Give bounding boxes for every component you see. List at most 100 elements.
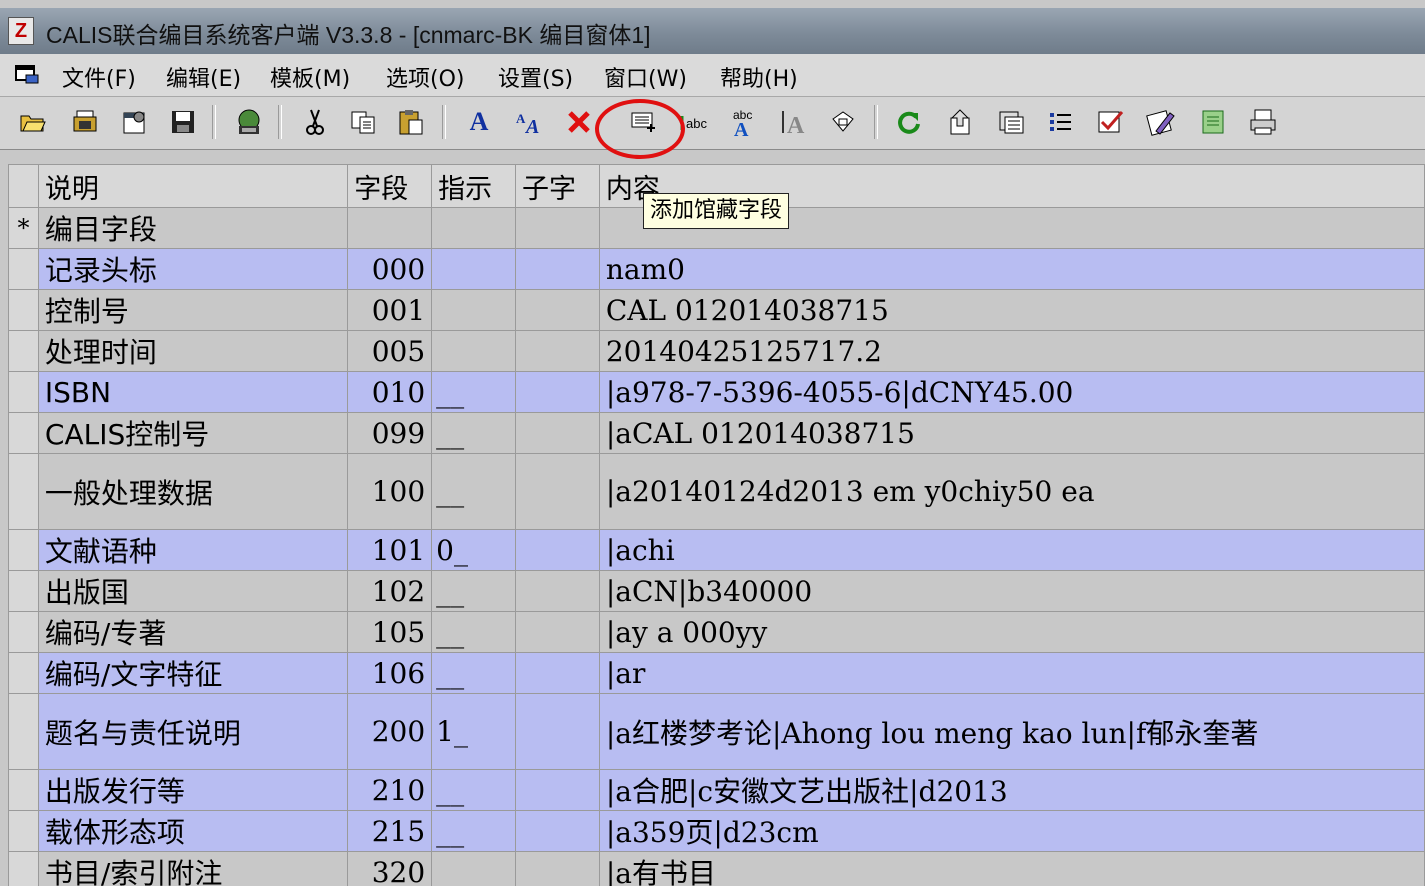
font-size-icon[interactable]: AA <box>512 105 546 139</box>
field-description[interactable]: 载体形态项 <box>37 810 349 852</box>
properties-icon[interactable] <box>118 105 152 139</box>
table-row[interactable]: CALIS控制号 099 __ |aCAL 012014038715 <box>8 412 1425 454</box>
field-subfield[interactable] <box>515 330 600 372</box>
font-a-icon[interactable]: A <box>462 105 496 139</box>
table-row[interactable]: 出版发行等 210 __ |a合肥|c安徽文艺出版社|d2013 <box>8 769 1425 811</box>
field-tag[interactable]: 200 <box>347 693 433 770</box>
field-tag[interactable]: 001 <box>347 289 433 331</box>
field-subfield[interactable] <box>515 652 600 694</box>
field-content[interactable]: |aCN|b340000 <box>598 570 1425 612</box>
spellcheck-icon[interactable]: abc A <box>726 105 760 139</box>
field-subfield[interactable] <box>515 570 600 612</box>
field-indicator[interactable] <box>431 851 516 886</box>
field-indicator[interactable]: __ <box>431 570 516 612</box>
field-tag[interactable]: 005 <box>347 330 433 372</box>
field-tag[interactable]: 320 <box>347 851 433 886</box>
field-subfield[interactable] <box>515 412 600 454</box>
field-subfield[interactable] <box>515 207 600 249</box>
menu-edit[interactable]: 编辑(E) <box>166 61 241 93</box>
field-content[interactable]: |a359页|d23cm <box>598 810 1425 852</box>
field-indicator[interactable]: 0_ <box>431 529 516 571</box>
field-indicator[interactable] <box>431 248 516 290</box>
menu-help[interactable]: 帮助(H) <box>720 61 798 93</box>
field-description[interactable]: 文献语种 <box>37 529 349 571</box>
field-subfield[interactable] <box>515 371 600 413</box>
field-indicator[interactable]: __ <box>431 810 516 852</box>
field-description[interactable]: 记录头标 <box>37 248 349 290</box>
field-tag[interactable] <box>347 207 433 249</box>
paste-icon[interactable] <box>394 105 428 139</box>
field-content[interactable]: |a合肥|c安徽文艺出版社|d2013 <box>598 769 1425 811</box>
field-subfield[interactable] <box>515 769 600 811</box>
header-field[interactable]: 字段 <box>347 164 433 208</box>
header-indicator[interactable]: 指示 <box>431 164 516 208</box>
field-indicator[interactable]: __ <box>431 453 516 530</box>
align-icon[interactable]: A <box>776 105 810 139</box>
field-indicator[interactable]: __ <box>431 412 516 454</box>
field-subfield[interactable] <box>515 693 600 770</box>
note-icon[interactable] <box>1196 105 1230 139</box>
field-description[interactable]: 编码/文字特征 <box>37 652 349 694</box>
delete-icon[interactable] <box>562 105 596 139</box>
field-indicator[interactable] <box>431 330 516 372</box>
field-tag[interactable]: 106 <box>347 652 433 694</box>
field-description[interactable]: 题名与责任说明 <box>37 693 349 770</box>
field-indicator[interactable]: __ <box>431 371 516 413</box>
field-content[interactable]: CAL 012014038715 <box>598 289 1425 331</box>
field-description[interactable]: 出版国 <box>37 570 349 612</box>
field-tag[interactable]: 105 <box>347 611 433 653</box>
field-description[interactable]: ISBN <box>37 371 349 413</box>
table-row[interactable]: 文献语种 101 0_ |achi <box>8 529 1425 571</box>
field-subfield[interactable] <box>515 851 600 886</box>
list-icon[interactable] <box>1044 105 1078 139</box>
header-description[interactable]: 说明 <box>37 164 349 208</box>
field-description[interactable]: 书目/索引附注 <box>37 851 349 886</box>
field-tag[interactable]: 100 <box>347 453 433 530</box>
table-row[interactable]: 书目/索引附注 320 |a有书目 <box>8 851 1425 886</box>
field-content[interactable]: |a20140124d2013 em y0chiy50 ea <box>598 453 1425 530</box>
field-content[interactable]: |ay a 000yy <box>598 611 1425 653</box>
field-indicator[interactable]: __ <box>431 652 516 694</box>
check-icon[interactable] <box>1094 105 1128 139</box>
table-row[interactable]: 出版国 102 __ |aCN|b340000 <box>8 570 1425 612</box>
refresh-icon[interactable] <box>892 105 926 139</box>
field-subfield[interactable] <box>515 248 600 290</box>
field-content[interactable]: |a有书目 <box>598 851 1425 886</box>
menu-options[interactable]: 选项(O) <box>386 61 464 93</box>
table-row[interactable]: 处理时间 005 20140425125717.2 <box>8 330 1425 372</box>
field-content[interactable]: nam0 <box>598 248 1425 290</box>
field-tag[interactable]: 101 <box>347 529 433 571</box>
field-description[interactable]: 控制号 <box>37 289 349 331</box>
globe-save-icon[interactable] <box>232 105 266 139</box>
field-indicator[interactable] <box>431 289 516 331</box>
field-indicator[interactable]: 1_ <box>431 693 516 770</box>
copy-record-icon[interactable] <box>68 105 102 139</box>
field-subfield[interactable] <box>515 453 600 530</box>
field-description[interactable]: 编码/专著 <box>37 611 349 653</box>
field-description[interactable]: 出版发行等 <box>37 769 349 811</box>
clipboard-icon[interactable] <box>994 105 1028 139</box>
field-tag[interactable]: 102 <box>347 570 433 612</box>
table-row[interactable]: 编码/专著 105 __ |ay a 000yy <box>8 611 1425 653</box>
mdi-window-icon[interactable] <box>14 63 40 85</box>
field-content[interactable]: |ar <box>598 652 1425 694</box>
table-row[interactable]: 题名与责任说明 200 1_ |a红楼梦考论|Ahong lou meng kao l… <box>8 693 1425 770</box>
menu-window[interactable]: 窗口(W) <box>604 61 687 93</box>
field-tag[interactable]: 010 <box>347 371 433 413</box>
open-folder-icon[interactable] <box>16 105 50 139</box>
field-content[interactable]: |a978-7-5396-4055-6|dCNY45.00 <box>598 371 1425 413</box>
field-tag[interactable]: 215 <box>347 810 433 852</box>
table-row[interactable]: 记录头标 000 nam0 <box>8 248 1425 290</box>
menu-file[interactable]: 文件(F) <box>62 61 136 93</box>
field-content[interactable]: |a红楼梦考论|Ahong lou meng kao lun|f郁永奎著 <box>598 693 1425 770</box>
field-subfield[interactable] <box>515 529 600 571</box>
table-row[interactable]: 一般处理数据 100 __ |a20140124d2013 em y0chiy50 e… <box>8 453 1425 530</box>
print-icon[interactable] <box>1246 105 1280 139</box>
field-description[interactable]: CALIS控制号 <box>37 412 349 454</box>
field-indicator[interactable]: __ <box>431 611 516 653</box>
field-description[interactable]: 处理时间 <box>37 330 349 372</box>
copy-icon[interactable] <box>346 105 380 139</box>
field-subfield[interactable] <box>515 289 600 331</box>
cut-icon[interactable] <box>298 105 332 139</box>
edit-icon[interactable] <box>1144 105 1178 139</box>
